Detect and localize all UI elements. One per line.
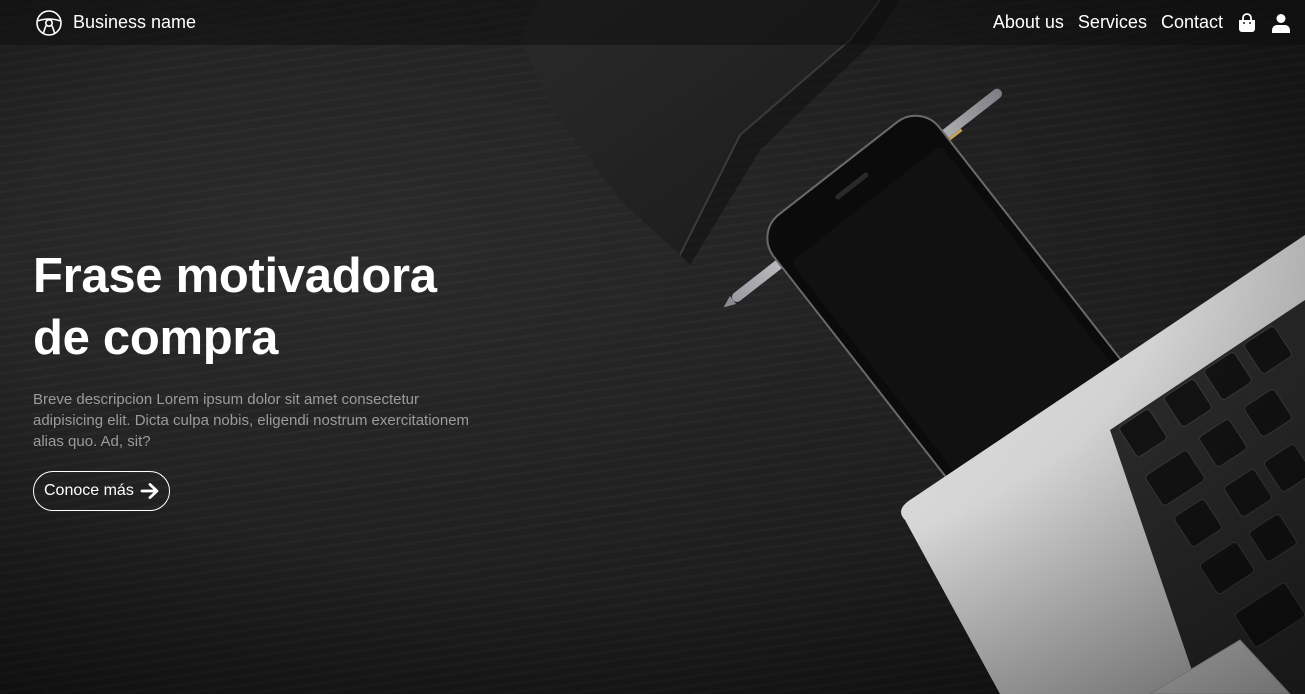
hero-description: Breve descripcion Lorem ipsum dolor sit … — [33, 391, 470, 450]
cta-label: Conoce más — [44, 482, 134, 499]
brand[interactable]: Business name — [35, 9, 196, 37]
nav-link-contact[interactable]: Contact — [1161, 12, 1223, 33]
arrow-right-icon — [140, 483, 159, 499]
brand-name: Business name — [73, 12, 197, 32]
steering-wheel-icon — [36, 9, 62, 36]
hero-headline-line1: Frase motivadora — [33, 249, 437, 303]
top-navbar: Business name About us Services Contact — [0, 0, 1305, 45]
nav-link-about-us[interactable]: About us — [993, 12, 1064, 33]
user-icon[interactable] — [1271, 13, 1291, 33]
nav-links: About us Services Contact — [993, 12, 1291, 33]
hero-section: Business name About us Services Contact … — [0, 0, 1305, 694]
shopping-bag-icon[interactable] — [1237, 12, 1257, 33]
hero-headline: Frase motivadora de compra — [33, 245, 503, 369]
hero-headline-line2: de compra — [33, 311, 279, 365]
hero-content: Frase motivadora de compra Breve descrip… — [33, 245, 503, 511]
conoce-mas-button[interactable]: Conoce más — [33, 471, 170, 511]
nav-link-services[interactable]: Services — [1078, 12, 1147, 33]
